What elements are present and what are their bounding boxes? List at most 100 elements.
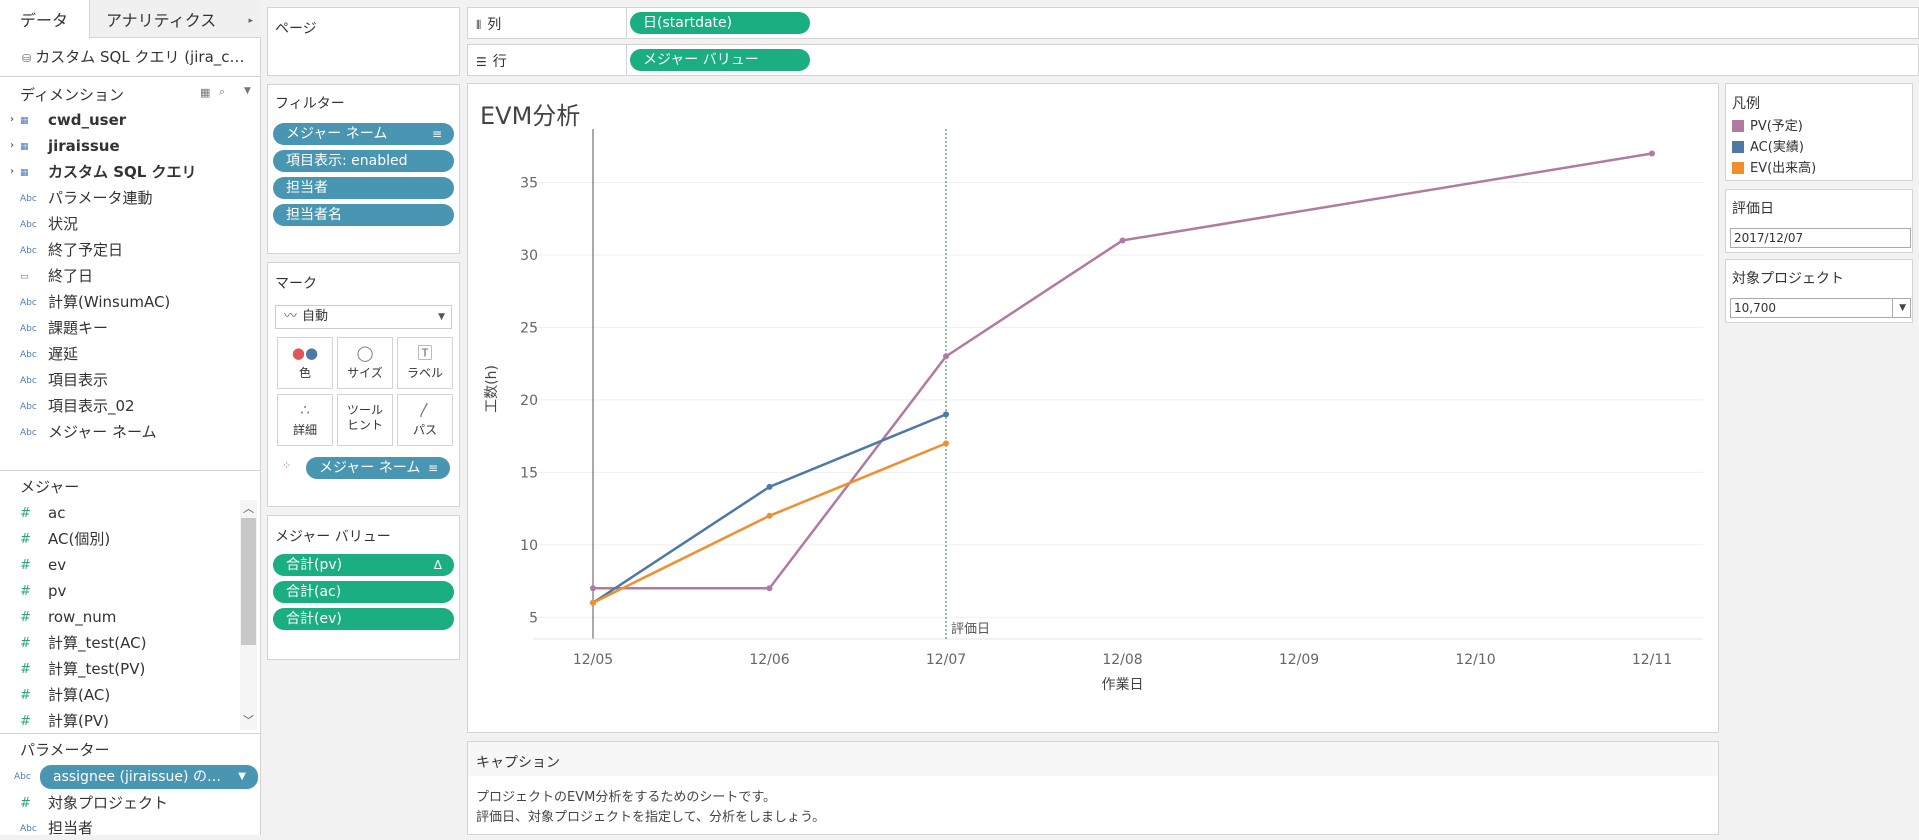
rows-icon: ☰ (476, 55, 487, 69)
legend-item-ac[interactable]: AC(実績) (1732, 139, 1804, 157)
abc-icon: Abc (20, 297, 37, 308)
legend-card: 凡例 PV(予定) AC(実績) EV(出来高) (1725, 83, 1913, 181)
search-icon[interactable]: ⌕ (219, 85, 225, 99)
filter-pill[interactable]: 担当者 (273, 177, 454, 199)
dimension-field[interactable]: Abc 項目表示_02 (20, 395, 135, 417)
dimension-field[interactable]: Abc 遅延 (20, 343, 78, 365)
measure-field[interactable]: # ev (20, 554, 66, 576)
series-line-0[interactable] (593, 152, 1653, 590)
data-point[interactable] (943, 411, 949, 418)
size-button[interactable]: ◯ サイズ (337, 337, 393, 389)
marks-card[interactable]: マーク 〰自動 ▼ ●● 色 ◯ サイズ 🅃 ラベル ∴ 詳細 ツール ヒント 〳パス … (267, 262, 460, 507)
color-pill[interactable]: メジャー ネーム ≡ (306, 457, 450, 479)
rows-shelf[interactable]: ☰ 行 メジャー バリュー (467, 44, 1919, 76)
filter-pill[interactable]: 項目表示: enabled (273, 150, 454, 172)
legend-item-ev[interactable]: EV(出来高) (1732, 160, 1816, 178)
data-point[interactable] (1119, 237, 1126, 244)
series-line-1[interactable] (592, 413, 947, 604)
data-point[interactable] (943, 440, 949, 447)
series-line-2[interactable] (592, 442, 947, 604)
pages-card[interactable]: ページ (267, 7, 460, 76)
line-chart[interactable]: 5 10 15 20 25 30 35 12/05 12/06 12/07 12/08 12/09 12… (468, 84, 1718, 732)
x-tick-label: 12/11 (1632, 652, 1672, 668)
dimension-field[interactable]: Abc 状況 (20, 213, 78, 235)
detail-icon: ∴ (300, 401, 310, 419)
tab-data[interactable]: データ (0, 0, 90, 39)
expand-icon[interactable]: › (10, 135, 14, 157)
dimension-field[interactable]: › ▦ cwd_user (10, 109, 126, 131)
path-button[interactable]: 〳パス (397, 394, 453, 446)
color-button[interactable]: ●● 色 (277, 337, 333, 389)
measure-field[interactable]: # AC(個別) (20, 528, 110, 550)
dimension-field-label: カスタム SQL クエリ (48, 163, 197, 181)
data-point[interactable] (1649, 150, 1655, 157)
dimension-field[interactable]: Abc 計算(WinsumAC) (20, 291, 170, 313)
dimension-field[interactable]: Abc パラメータ連動 (20, 187, 153, 209)
data-point[interactable] (590, 599, 596, 606)
dimension-field[interactable]: › ▦ カスタム SQL クエリ (10, 161, 197, 183)
mark-type-select[interactable]: 〰自動 ▼ (275, 305, 452, 329)
detail-button[interactable]: ∴ 詳細 (277, 394, 333, 446)
scroll-up-icon[interactable]: ︿ (243, 500, 254, 516)
parameter-item[interactable]: Abc 担当者 (20, 817, 93, 839)
scrollbar[interactable]: ︿ ﹀ (240, 500, 257, 730)
scroll-down-icon[interactable]: ﹀ (243, 712, 254, 728)
parameter-pill-label: assignee (jiraissue) の… (53, 769, 221, 785)
dimension-field[interactable]: Abc 項目表示 (20, 369, 108, 391)
dimension-field-label: 終了日 (48, 267, 94, 285)
measure-field[interactable]: # row_num (20, 606, 116, 628)
legend-label: EV(出来高) (1750, 161, 1817, 176)
chart-view[interactable]: EVM分析 5 10 15 20 25 30 35 12/05 12/06 12/07 12/08 1… (467, 83, 1719, 733)
data-point[interactable] (590, 585, 596, 592)
parameter-item[interactable]: # 対象プロジェクト (20, 792, 168, 814)
measure-field-label: 計算(AC) (48, 686, 111, 704)
columns-shelf[interactable]: ⦀ 列 日(startdate) (467, 7, 1919, 39)
measure-field[interactable]: # 計算_test(AC) (20, 632, 146, 654)
dimension-field[interactable]: ▭ 終了日 (20, 265, 93, 287)
rows-label: 行 (492, 54, 507, 70)
x-axis-title: 作業日 (1102, 677, 1144, 693)
dimensions-menu-icon[interactable]: ▼ (244, 86, 251, 96)
measure-value-pill[interactable]: 合計(ac) (273, 581, 454, 603)
filter-pill[interactable]: 担当者名 (273, 204, 454, 226)
data-point[interactable] (943, 353, 949, 360)
measure-field[interactable]: # 計算(AC) (20, 684, 110, 706)
dimension-field[interactable]: Abc 終了予定日 (20, 239, 123, 261)
scrollbar-thumb[interactable] (241, 518, 256, 645)
divider (0, 733, 261, 734)
measure-field[interactable]: # 計算_test(PV) (20, 658, 145, 680)
data-point[interactable] (766, 512, 773, 519)
measure-values-card[interactable]: メジャー バリュー 合計(pv) Δ 合計(ac) 合計(ev) (267, 515, 460, 660)
dropdown-icon: ▼ (1892, 299, 1906, 317)
tooltip-button[interactable]: ツール ヒント (337, 394, 393, 446)
measure-field[interactable]: # 計算(PV) (20, 710, 109, 732)
grid-view-icon[interactable]: ▦ (200, 86, 210, 99)
datasource[interactable]: ⛁ カスタム SQL クエリ (jira_c… (22, 46, 245, 67)
dimension-field[interactable]: › ▦ jiraissue (10, 135, 120, 157)
target-project-select[interactable]: 10,700 ▼ (1730, 298, 1911, 318)
abc-icon: Abc (20, 427, 37, 438)
data-point[interactable] (766, 483, 773, 490)
dimension-field[interactable]: Abc 課題キー (20, 317, 108, 339)
parameter-item-label: 対象プロジェクト (48, 794, 169, 812)
legend-item-pv[interactable]: PV(予定) (1732, 118, 1803, 136)
dimension-field-label: 項目表示 (48, 371, 109, 389)
eval-date-input[interactable]: 2017/12/07 (1730, 228, 1911, 248)
filter-pill[interactable]: メジャー ネーム ≡ (273, 123, 454, 145)
filters-card[interactable]: フィルター メジャー ネーム ≡ 項目表示: enabled 担当者 担当者名 (267, 84, 460, 254)
parameter-pill[interactable]: assignee (jiraissue) の… ▼ (40, 765, 258, 789)
measure-value-pill[interactable]: 合計(ev) (273, 608, 454, 630)
data-pane: データ アナリティクス ▸ ⛁ カスタム SQL クエリ (jira_c… ディメン… (0, 0, 261, 837)
expand-icon[interactable]: › (10, 109, 14, 131)
measure-field[interactable]: # pv (20, 580, 66, 602)
measure-value-pill[interactable]: 合計(pv) Δ (273, 554, 454, 576)
expand-icon[interactable]: › (10, 161, 14, 183)
measure-field[interactable]: # ac (20, 502, 65, 524)
label-button[interactable]: 🅃 ラベル (397, 337, 453, 389)
rows-pill[interactable]: メジャー バリュー (630, 49, 810, 71)
caption-panel: キャプション プロジェクトのEVM分析をするためのシートです。 評価日、対象プロ… (467, 741, 1719, 835)
tab-analytics[interactable]: アナリティクス ▸ (86, 0, 261, 38)
dimension-field[interactable]: Abc メジャー ネーム (20, 421, 157, 443)
columns-pill[interactable]: 日(startdate) (630, 12, 810, 34)
data-point[interactable] (766, 585, 773, 592)
